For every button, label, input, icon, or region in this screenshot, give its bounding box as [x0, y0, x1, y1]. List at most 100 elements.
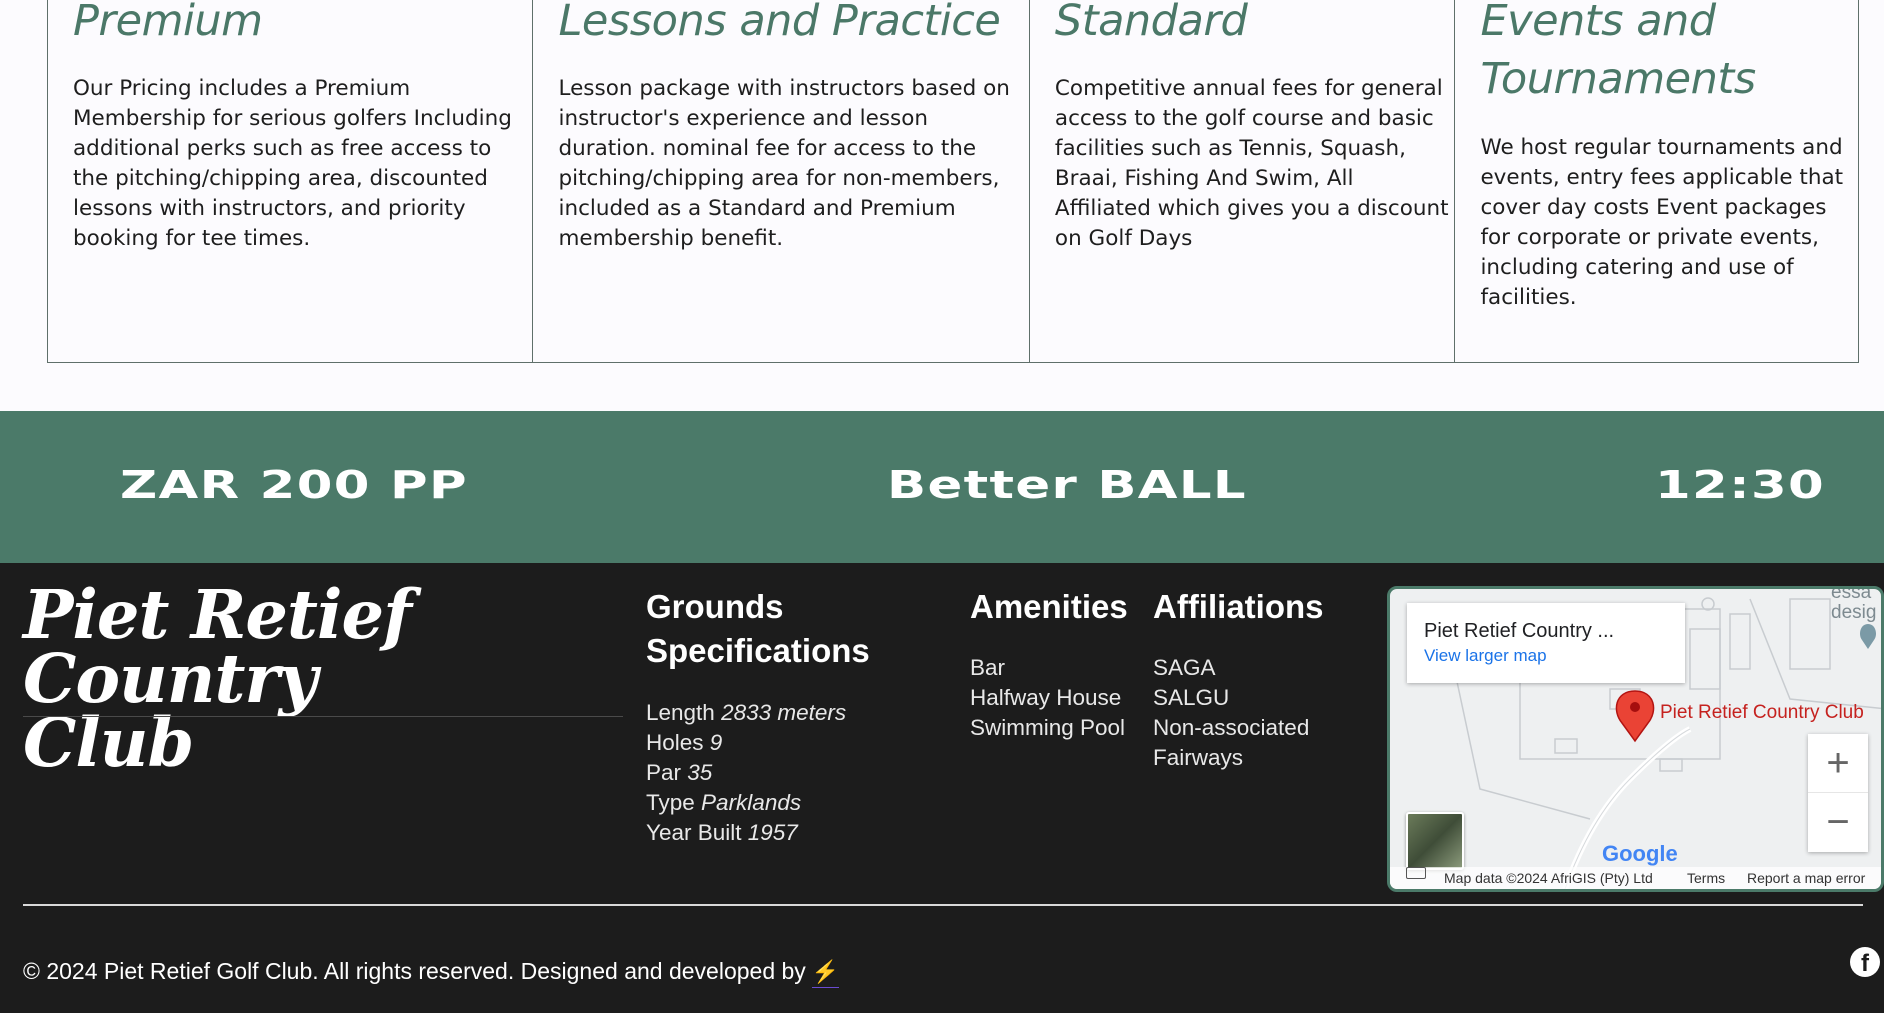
- card-text-line: the pitching/chipping area, discounted: [73, 166, 488, 191]
- amenity-item: Swimming Pool: [970, 715, 1126, 740]
- spec-item: Holes 9: [646, 728, 846, 758]
- spec-item: Par 35: [646, 758, 846, 788]
- map-attribution-bar: Map data ©2024 AfriGIS (Pty) Ltd Terms R…: [1390, 867, 1881, 889]
- card-title-line: Standard: [1054, 0, 1248, 46]
- spec-value: 9: [709, 730, 723, 755]
- spec-value: Parklands: [701, 790, 802, 815]
- card-text-line: including catering and use of: [1480, 255, 1794, 280]
- spec-label: Year Built: [646, 820, 742, 845]
- card-text-line: on Golf Days: [1054, 226, 1193, 251]
- card-title-line: Premium: [73, 0, 263, 46]
- card-title: Standard: [1054, 0, 1248, 50]
- grounds-heading: Grounds Specifications: [646, 585, 870, 673]
- map-place-title: Piet Retief Country ...: [1424, 620, 1615, 642]
- card-text-line: events, entry fees applicable that: [1480, 165, 1844, 190]
- amenity-item: Halfway House: [970, 685, 1122, 710]
- brand-line: Club: [23, 703, 194, 782]
- grounds-list: Length 2833 meters Holes 9 Par 35 Type P…: [646, 698, 846, 848]
- affiliation-item: Non-associated: [1153, 715, 1310, 740]
- spec-label: Length: [646, 700, 715, 725]
- card-title-line: Tournaments: [1480, 54, 1756, 104]
- facebook-icon[interactable]: f: [1850, 947, 1880, 977]
- card-text-line: pitching/chipping area for non-members,: [558, 166, 1000, 191]
- amenities-list: Bar Halfway House Swimming Pool: [970, 653, 1125, 743]
- spec-label: Holes: [646, 730, 704, 755]
- card-text-line: Lesson package with instructors based on: [558, 76, 1010, 101]
- card-description: Lesson package with instructors based on…: [558, 74, 1009, 254]
- spec-value: 35: [687, 760, 713, 785]
- brand-line: Piet Retief Country: [23, 575, 412, 718]
- google-logo: Google: [1602, 841, 1678, 867]
- map-corner-line: essa: [1831, 586, 1872, 603]
- spec-label: Par: [646, 760, 682, 785]
- keyboard-shortcuts-icon[interactable]: [1406, 867, 1426, 879]
- footer-divider: [23, 904, 1863, 906]
- card-premium: Premium Our Pricing includes a Premium M…: [48, 0, 534, 362]
- card-text-line: for corporate or private events,: [1480, 225, 1819, 250]
- card-standard: Standard Competitive annual fees for gen…: [1030, 0, 1456, 362]
- map-pin-icon[interactable]: [1615, 690, 1655, 743]
- map-pin-label[interactable]: Piet Retief Country Club: [1660, 702, 1864, 724]
- card-events: Events and Tournaments We host regular t…: [1455, 0, 1858, 362]
- card-title-line: Lessons and Practice: [558, 0, 1001, 46]
- card-text-line: Affiliated which gives you a discount: [1054, 196, 1449, 221]
- card-text-line: duration. nominal fee for access to the: [558, 136, 977, 161]
- card-description: We host regular tournaments and events, …: [1480, 133, 1843, 313]
- spec-item: Length 2833 meters: [646, 698, 846, 728]
- card-description: Our Pricing includes a Premium Membershi…: [73, 74, 512, 254]
- copyright-label: © 2024 Piet Retief Golf Club. All rights…: [23, 958, 806, 984]
- map-corner-text: essa desig: [1831, 586, 1877, 623]
- spec-item: Year Built 1957: [646, 818, 846, 848]
- amenities-heading: Amenities: [970, 588, 1128, 625]
- card-text-line: membership benefit.: [558, 226, 784, 251]
- zoom-in-button[interactable]: +: [1808, 734, 1868, 793]
- affiliation-item: SALGU: [1153, 685, 1230, 710]
- spec-value: 1957: [747, 820, 798, 845]
- map-zoom-controls: + −: [1808, 734, 1868, 852]
- affiliations-heading: Affiliations: [1153, 588, 1324, 625]
- spec-item: Type Parklands: [646, 788, 846, 818]
- pricing-cards: Premium Our Pricing includes a Premium M…: [47, 0, 1859, 363]
- spec-label: Type: [646, 790, 695, 815]
- card-text-line: booking for tee times.: [73, 226, 311, 251]
- heading-line: Grounds: [646, 588, 784, 625]
- brand-underline: [23, 716, 623, 717]
- card-title: Events and Tournaments: [1480, 0, 1756, 108]
- map-terms-link[interactable]: Terms: [1687, 867, 1725, 889]
- embedded-map[interactable]: essa desig Piet Retief Country ... View …: [1387, 586, 1884, 892]
- map-place-card: Piet Retief Country ... View larger map: [1407, 603, 1685, 683]
- card-text-line: access to the golf course and basic: [1054, 106, 1434, 131]
- event-banner: ZAR 200 PP Better BALL 12:30: [0, 411, 1884, 563]
- card-text-line: Competitive annual fees for general: [1054, 76, 1443, 101]
- view-larger-map-link[interactable]: View larger map: [1424, 643, 1668, 669]
- card-title: Premium: [73, 0, 263, 50]
- copyright-text: © 2024 Piet Retief Golf Club. All rights…: [23, 956, 840, 988]
- card-description: Competitive annual fees for general acce…: [1055, 74, 1449, 254]
- card-lessons: Lessons and Practice Lesson package with…: [533, 0, 1030, 362]
- google-logo-text: Google: [1602, 841, 1678, 866]
- satellite-toggle-button[interactable]: [1406, 812, 1464, 870]
- card-text-line: facilities.: [1480, 285, 1577, 310]
- report-map-error-link[interactable]: Report a map error: [1747, 867, 1865, 889]
- event-time: 12:30: [1655, 463, 1826, 507]
- event-format: Better BALL: [887, 463, 1247, 507]
- card-text-line: We host regular tournaments and: [1480, 135, 1843, 160]
- card-text-line: instructor's experience and lesson: [558, 106, 929, 131]
- footer-brand: Piet Retief Country Club: [23, 581, 623, 776]
- site-footer: Piet Retief Country Club Grounds Specifi…: [0, 563, 1884, 1013]
- card-text-line: Braai, Fishing And Swim, All: [1054, 166, 1354, 191]
- card-text-line: Membership for serious golfers Including: [73, 106, 512, 131]
- bolt-icon[interactable]: ⚡: [811, 957, 840, 988]
- affiliations-list: SAGA SALGU Non-associated Fairways: [1153, 653, 1309, 773]
- card-title: Lessons and Practice: [558, 0, 1000, 50]
- zoom-out-button[interactable]: −: [1808, 793, 1868, 852]
- affiliation-item: Fairways: [1153, 745, 1244, 770]
- map-marker-small-icon: [1860, 624, 1876, 649]
- map-corner-line: desig: [1831, 602, 1877, 623]
- amenity-item: Bar: [970, 655, 1006, 680]
- map-data-text: Map data ©2024 AfriGIS (Pty) Ltd: [1444, 870, 1653, 886]
- event-price: ZAR 200 PP: [120, 463, 468, 507]
- card-text-line: included as a Standard and Premium: [558, 196, 956, 221]
- affiliation-item: SAGA: [1153, 655, 1216, 680]
- card-title-line: Events and: [1480, 0, 1716, 46]
